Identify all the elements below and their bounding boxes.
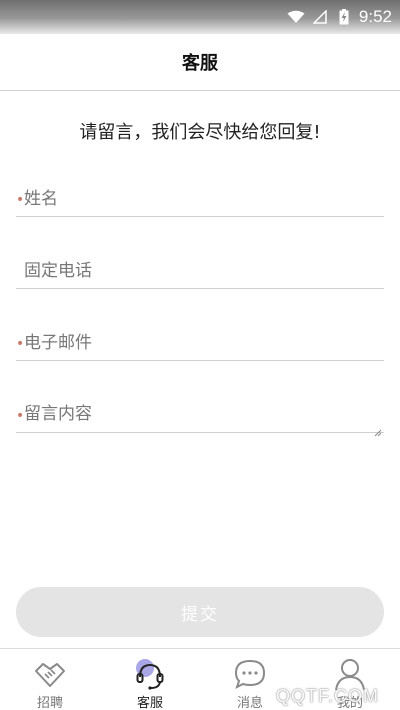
bottom-nav: 招聘 客服 消息 我的 xyxy=(0,648,400,710)
email-field: • xyxy=(16,327,384,361)
status-time: 9:52 xyxy=(358,7,392,26)
battery-charging-icon xyxy=(335,9,353,25)
message-field: • xyxy=(16,399,384,437)
nav-label-service: 客服 xyxy=(136,696,163,710)
name-field: • xyxy=(16,183,384,217)
status-bar: 9:52 xyxy=(0,0,400,34)
handshake-icon xyxy=(33,657,67,691)
name-input[interactable] xyxy=(24,183,382,215)
nav-item-service[interactable]: 客服 xyxy=(100,649,200,710)
customer-service-screen: 9:52 客服 请留言，我们会尽快给您回复! • • • 提交 xyxy=(0,0,400,710)
nav-label-messages: 消息 xyxy=(236,696,263,710)
submit-button[interactable]: 提交 xyxy=(16,587,384,637)
nav-item-mine[interactable]: 我的 xyxy=(300,649,400,710)
message-textarea[interactable] xyxy=(24,399,382,431)
nav-label-mine: 我的 xyxy=(336,696,363,710)
top-header: 客服 xyxy=(0,34,400,91)
headset-icon xyxy=(133,657,167,691)
page-title: 客服 xyxy=(182,53,218,74)
phone-input[interactable] xyxy=(24,255,382,287)
wifi-icon xyxy=(287,9,305,25)
signal-icon xyxy=(311,9,329,25)
person-icon xyxy=(333,657,367,691)
nav-item-recruit[interactable]: 招聘 xyxy=(0,649,100,710)
resize-grip-icon[interactable] xyxy=(374,422,382,437)
nav-label-recruit: 招聘 xyxy=(36,696,63,710)
intro-text: 请留言，我们会尽快给您回复! xyxy=(79,122,321,143)
chat-bubble-icon xyxy=(233,657,267,691)
phone-field xyxy=(16,255,384,289)
email-input[interactable] xyxy=(24,327,382,359)
nav-item-messages[interactable]: 消息 xyxy=(200,649,300,710)
